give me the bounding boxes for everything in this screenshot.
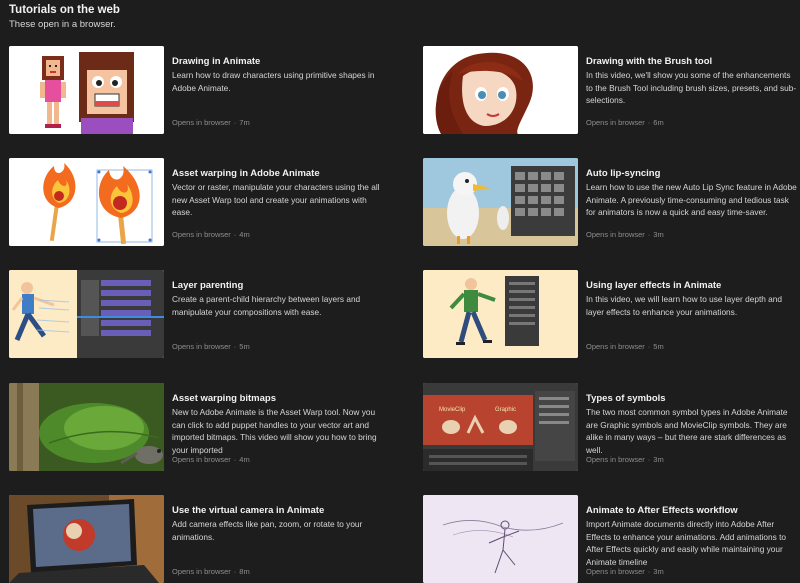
thumbnail-cartoon-characters-icon — [9, 46, 164, 134]
separator-dot: · — [647, 342, 651, 351]
tutorial-card-virtual-camera[interactable]: Use the virtual camera in Animate Add ca… — [9, 495, 389, 583]
movieclip-thumb-label: MovieClip — [439, 407, 466, 413]
card-title[interactable]: Types of symbols — [586, 392, 798, 405]
card-title[interactable]: Asset warping in Adobe Animate — [172, 167, 384, 180]
tutorial-card-auto-lip-sync[interactable]: Auto lip-syncing Learn how to use the ne… — [423, 158, 800, 246]
card-info: Auto lip-syncing Learn how to use the ne… — [586, 167, 798, 246]
card-meta: Opens in browser · 3m — [586, 455, 664, 464]
card-duration: 5m — [239, 342, 250, 351]
card-description: In this video, we will learn how to use … — [586, 294, 783, 317]
thumbnail-running-figure-timeline-icon — [9, 270, 164, 358]
card-description: Import Animate documents directly into A… — [586, 519, 787, 567]
thumbnail-walking-man-icon — [423, 270, 578, 358]
section-title: Tutorials on the web — [9, 4, 120, 16]
tutorial-card-drawing-in-animate[interactable]: Drawing in Animate Learn how to draw cha… — [9, 46, 389, 134]
card-duration: 5m — [653, 342, 664, 351]
card-duration: 3m — [653, 230, 664, 239]
card-meta: Opens in browser · 7m — [172, 118, 250, 127]
card-description: In this video, we'll show you some of th… — [586, 70, 797, 105]
tutorial-card-after-effects-workflow[interactable]: Animate to After Effects workflow Import… — [423, 495, 800, 583]
card-info: Drawing with the Brush tool In this vide… — [586, 55, 798, 134]
opens-in-browser-label: Opens in browser — [586, 230, 645, 239]
tutorial-card-asset-warping[interactable]: Asset warping in Adobe Animate Vector or… — [9, 158, 389, 246]
tutorial-card-layer-effects[interactable]: Using layer effects in Animate In this v… — [423, 270, 800, 358]
thumbnail-dancer-sketch-icon — [423, 495, 578, 583]
card-meta: Opens in browser · 3m — [586, 230, 664, 239]
opens-in-browser-label: Opens in browser — [172, 230, 231, 239]
card-info: Animate to After Effects workflow Import… — [586, 504, 798, 583]
card-duration: 8m — [239, 567, 250, 576]
opens-in-browser-label: Opens in browser — [586, 567, 645, 576]
thumbnail-fire-matches-icon — [9, 158, 164, 246]
card-description: Vector or raster, manipulate your charac… — [172, 182, 380, 217]
card-title[interactable]: Layer parenting — [172, 279, 384, 292]
card-description: Learn how to draw characters using primi… — [172, 70, 375, 93]
card-title[interactable]: Auto lip-syncing — [586, 167, 798, 180]
separator-dot: · — [233, 455, 237, 464]
separator-dot: · — [233, 567, 237, 576]
card-info: Drawing in Animate Learn how to draw cha… — [172, 55, 384, 134]
card-meta: Opens in browser · 4m — [172, 230, 250, 239]
card-description: The two most common symbol types in Adob… — [586, 407, 788, 455]
card-duration: 6m — [653, 118, 664, 127]
tutorial-card-layer-parenting[interactable]: Layer parenting Create a parent-child hi… — [9, 270, 389, 358]
card-title[interactable]: Animate to After Effects workflow — [586, 504, 798, 517]
opens-in-browser-label: Opens in browser — [586, 342, 645, 351]
opens-in-browser-label: Opens in browser — [586, 118, 645, 127]
card-meta: Opens in browser · 4m — [172, 455, 250, 464]
card-info: Asset warping bitmaps New to Adobe Anima… — [172, 392, 384, 471]
card-description: New to Adobe Animate is the Asset Warp t… — [172, 407, 377, 455]
tutorial-card-brush-tool[interactable]: Drawing with the Brush tool In this vide… — [423, 46, 800, 134]
card-duration: 7m — [239, 118, 250, 127]
thumbnail-red-haired-girl-icon — [423, 46, 578, 134]
card-title[interactable]: Drawing with the Brush tool — [586, 55, 798, 68]
card-meta: Opens in browser · 5m — [172, 342, 250, 351]
card-info: Use the virtual camera in Animate Add ca… — [172, 504, 384, 583]
card-title[interactable]: Drawing in Animate — [172, 55, 384, 68]
thumbnail-movieclip-graphic-icon: MovieClip Graphic — [423, 383, 578, 471]
thumbnail-lizard-leaf-icon — [9, 383, 164, 471]
section-header: Tutorials on the web These open in a bro… — [9, 3, 120, 32]
separator-dot: · — [647, 118, 651, 127]
card-info: Types of symbols The two most common sym… — [586, 392, 798, 471]
separator-dot: · — [647, 567, 651, 576]
graphic-thumb-label: Graphic — [495, 407, 516, 413]
card-title[interactable]: Use the virtual camera in Animate — [172, 504, 384, 517]
card-duration: 4m — [239, 455, 250, 464]
card-title[interactable]: Asset warping bitmaps — [172, 392, 384, 405]
tutorial-card-types-of-symbols[interactable]: MovieClip Graphic Types of symbols The t… — [423, 383, 800, 471]
opens-in-browser-label: Opens in browser — [172, 342, 231, 351]
card-meta: Opens in browser · 6m — [586, 118, 664, 127]
card-meta: Opens in browser · 5m — [586, 342, 664, 351]
card-description: Learn how to use the new Auto Lip Sync f… — [586, 182, 797, 217]
card-duration: 3m — [653, 455, 664, 464]
card-meta: Opens in browser · 3m — [586, 567, 664, 576]
card-description: Add camera effects like pan, zoom, or ro… — [172, 519, 363, 542]
opens-in-browser-label: Opens in browser — [172, 567, 231, 576]
card-info: Asset warping in Adobe Animate Vector or… — [172, 167, 384, 246]
separator-dot: · — [233, 342, 237, 351]
opens-in-browser-label: Opens in browser — [172, 118, 231, 127]
thumbnail-seagull-scene-icon — [423, 158, 578, 246]
thumbnail-laptop-camera-icon — [9, 495, 164, 583]
card-meta: Opens in browser · 8m — [172, 567, 250, 576]
card-description: Create a parent-child hierarchy between … — [172, 294, 361, 317]
card-title[interactable]: Using layer effects in Animate — [586, 279, 798, 292]
separator-dot: · — [647, 455, 651, 464]
card-duration: 4m — [239, 230, 250, 239]
opens-in-browser-label: Opens in browser — [172, 455, 231, 464]
separator-dot: · — [647, 230, 651, 239]
opens-in-browser-label: Opens in browser — [586, 455, 645, 464]
card-duration: 3m — [653, 567, 664, 576]
card-info: Using layer effects in Animate In this v… — [586, 279, 798, 358]
separator-dot: · — [233, 118, 237, 127]
separator-dot: · — [233, 230, 237, 239]
tutorial-card-asset-warping-bitmaps[interactable]: Asset warping bitmaps New to Adobe Anima… — [9, 383, 389, 471]
card-info: Layer parenting Create a parent-child hi… — [172, 279, 384, 358]
section-subtitle: These open in a browser. — [9, 19, 116, 30]
